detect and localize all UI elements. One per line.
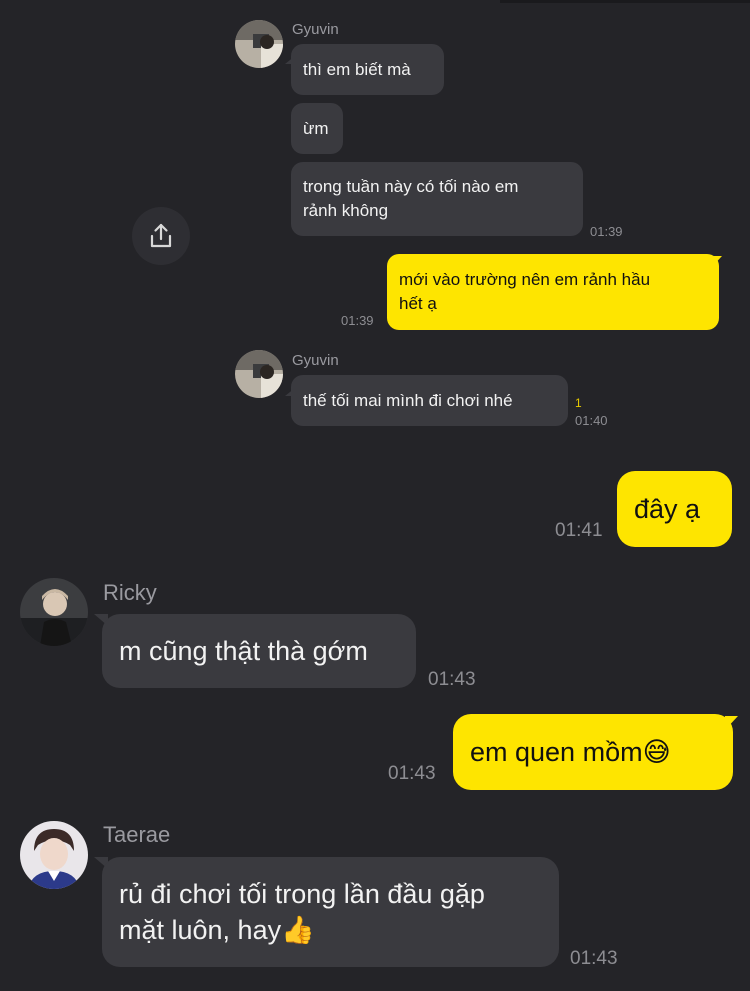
message-bubble[interactable]: thì em biết mà: [291, 44, 444, 95]
unread-count: 1: [575, 396, 582, 410]
share-button[interactable]: [132, 207, 190, 265]
share-icon: [150, 223, 172, 248]
bubble-tail: [712, 256, 722, 267]
top-edge: [500, 0, 750, 3]
message-time: 01:39: [590, 224, 623, 239]
avatar-gyuvin[interactable]: [235, 20, 283, 68]
message-time: 01:40: [575, 413, 608, 428]
message-bubble[interactable]: rủ đi chơi tối trong lần đầu gặp mặt luô…: [102, 857, 559, 967]
message-time: 01:43: [570, 948, 618, 969]
message-time: 01:43: [428, 669, 476, 690]
message-bubble[interactable]: ừm: [291, 103, 343, 154]
message-bubble[interactable]: trong tuần này có tối nào em rảnh không: [291, 162, 583, 236]
message-bubble-outgoing[interactable]: mới vào trường nên em rảnh hầu hết ạ: [387, 254, 719, 330]
message-time: 01:39: [341, 313, 374, 328]
message-bubble-outgoing[interactable]: đây ạ: [617, 471, 732, 547]
sender-name: Gyuvin: [292, 21, 339, 38]
bubble-tail: [725, 716, 738, 730]
message-time: 01:41: [555, 520, 603, 541]
message-time: 01:43: [388, 763, 436, 784]
message-bubble[interactable]: thế tối mai mình đi chơi nhé: [291, 375, 568, 426]
sender-name: Ricky: [103, 580, 157, 605]
sender-name: Taerae: [103, 822, 171, 847]
sender-name: Gyuvin: [292, 352, 339, 369]
message-bubble[interactable]: m cũng thật thà gớm: [102, 614, 416, 688]
avatar-ricky[interactable]: [20, 578, 88, 646]
message-bubble-outgoing[interactable]: em quen mồm😅: [453, 714, 733, 790]
avatar-gyuvin[interactable]: [235, 350, 283, 398]
avatar-taerae[interactable]: [20, 821, 88, 889]
